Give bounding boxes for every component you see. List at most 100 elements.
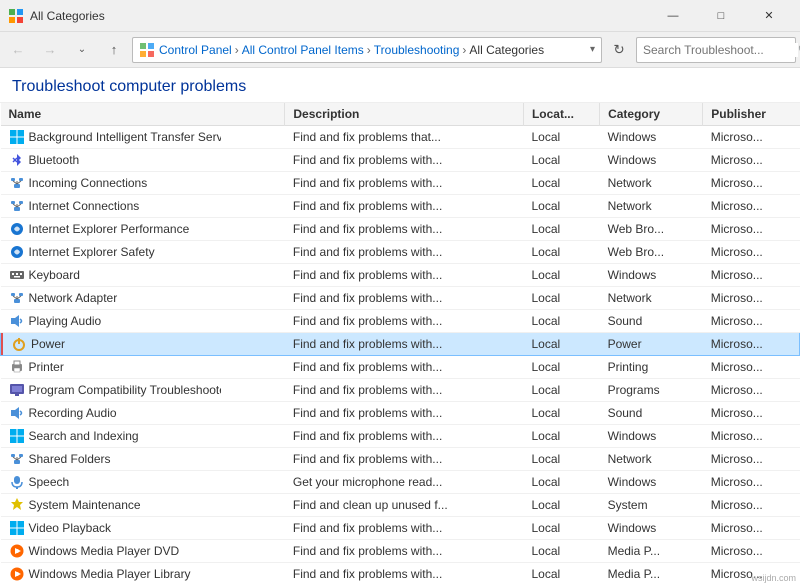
up-button[interactable]: ↑ bbox=[100, 36, 128, 64]
row-loc: Local bbox=[523, 149, 599, 172]
search-input[interactable] bbox=[643, 43, 798, 57]
row-icon bbox=[9, 244, 25, 260]
col-header-cat[interactable]: Category bbox=[600, 103, 703, 126]
row-pub: Microso... bbox=[703, 241, 800, 264]
row-cat: Network bbox=[600, 172, 703, 195]
row-cat: Printing bbox=[600, 356, 703, 379]
row-loc: Local bbox=[523, 563, 599, 585]
watermark: wsijdn.com bbox=[751, 573, 796, 583]
row-loc: Local bbox=[523, 218, 599, 241]
table-row[interactable]: Search and Indexing Find and fix problem… bbox=[1, 425, 800, 448]
row-desc: Find and fix problems with... bbox=[285, 218, 524, 241]
col-header-desc[interactable]: Description bbox=[285, 103, 524, 126]
table-row[interactable]: Background Intelligent Transfer Service … bbox=[1, 126, 800, 149]
row-cat: Media P... bbox=[600, 540, 703, 563]
row-loc: Local bbox=[523, 540, 599, 563]
breadcrumb: Control Panel › All Control Panel Items … bbox=[132, 37, 602, 63]
row-cat: Sound bbox=[600, 402, 703, 425]
row-icon bbox=[9, 428, 25, 444]
row-icon bbox=[9, 290, 25, 306]
table-row[interactable]: Incoming Connections Find and fix proble… bbox=[1, 172, 800, 195]
row-loc: Local bbox=[523, 379, 599, 402]
table-row[interactable]: System Maintenance Find and clean up unu… bbox=[1, 494, 800, 517]
row-name: Printer bbox=[29, 360, 64, 374]
row-loc: Local bbox=[523, 448, 599, 471]
table-row[interactable]: Internet Explorer Safety Find and fix pr… bbox=[1, 241, 800, 264]
row-pub: Microso... bbox=[703, 379, 800, 402]
row-cat: Sound bbox=[600, 310, 703, 333]
row-loc: Local bbox=[523, 425, 599, 448]
row-desc: Find and fix problems with... bbox=[285, 356, 524, 379]
table-row[interactable]: Program Compatibility Troubleshooter Fin… bbox=[1, 379, 800, 402]
forward-button[interactable]: → bbox=[36, 36, 64, 64]
close-button[interactable]: ✕ bbox=[746, 0, 792, 32]
dropdown-button[interactable]: ⌄ bbox=[68, 36, 96, 64]
col-header-loc[interactable]: Locat... bbox=[523, 103, 599, 126]
table-row[interactable]: Network Adapter Find and fix problems wi… bbox=[1, 287, 800, 310]
row-pub: Microso... bbox=[703, 448, 800, 471]
row-name: Program Compatibility Troubleshooter bbox=[29, 383, 221, 397]
table-row[interactable]: Video Playback Find and fix problems wit… bbox=[1, 517, 800, 540]
row-desc: Find and fix problems with... bbox=[285, 172, 524, 195]
row-loc: Local bbox=[523, 517, 599, 540]
row-cat: Windows bbox=[600, 425, 703, 448]
table-row[interactable]: Internet Connections Find and fix proble… bbox=[1, 195, 800, 218]
maximize-button[interactable]: □ bbox=[698, 0, 744, 32]
table-row[interactable]: Playing Audio Find and fix problems with… bbox=[1, 310, 800, 333]
row-pub: Microso... bbox=[703, 333, 800, 356]
col-header-pub[interactable]: Publisher bbox=[703, 103, 800, 126]
row-pub: Microso... bbox=[703, 517, 800, 540]
row-pub: Microso... bbox=[703, 195, 800, 218]
row-icon bbox=[9, 451, 25, 467]
row-desc: Find and fix problems with... bbox=[285, 264, 524, 287]
row-name: Shared Folders bbox=[29, 452, 111, 466]
table-header-row: Name Description Locat... Category Publi… bbox=[1, 103, 800, 126]
table-row[interactable]: Shared Folders Find and fix problems wit… bbox=[1, 448, 800, 471]
back-button[interactable]: ← bbox=[4, 36, 32, 64]
row-icon bbox=[9, 382, 25, 398]
refresh-button[interactable]: ↻ bbox=[606, 37, 632, 63]
row-name: Search and Indexing bbox=[29, 429, 139, 443]
row-desc: Find and fix problems with... bbox=[285, 540, 524, 563]
row-desc: Find and fix problems with... bbox=[285, 149, 524, 172]
row-pub: Microso... bbox=[703, 126, 800, 149]
row-desc: Find and fix problems with... bbox=[285, 517, 524, 540]
table-row[interactable]: Internet Explorer Performance Find and f… bbox=[1, 218, 800, 241]
row-loc: Local bbox=[523, 310, 599, 333]
row-cat: Windows bbox=[600, 471, 703, 494]
col-header-name[interactable]: Name bbox=[1, 103, 285, 126]
row-icon bbox=[9, 359, 25, 375]
table-row[interactable]: Speech Get your microphone read... Local… bbox=[1, 471, 800, 494]
breadcrumb-current: All Categories bbox=[469, 43, 544, 57]
breadcrumb-expand[interactable]: ▾ bbox=[590, 44, 595, 55]
table-row[interactable]: Printer Find and fix problems with... Lo… bbox=[1, 356, 800, 379]
row-name: Recording Audio bbox=[29, 406, 117, 420]
row-pub: Microso... bbox=[703, 149, 800, 172]
breadcrumb-all-items[interactable]: All Control Panel Items bbox=[242, 43, 364, 57]
row-cat: Media P... bbox=[600, 563, 703, 585]
table-row[interactable]: Windows Media Player DVD Find and fix pr… bbox=[1, 540, 800, 563]
table-container[interactable]: Name Description Locat... Category Publi… bbox=[0, 103, 800, 585]
minimize-button[interactable]: — bbox=[650, 0, 696, 32]
row-name: Keyboard bbox=[29, 268, 80, 282]
title-bar: All Categories — □ ✕ bbox=[0, 0, 800, 32]
row-icon bbox=[9, 543, 25, 559]
search-bar: 🔍 bbox=[636, 37, 796, 63]
row-icon bbox=[9, 198, 25, 214]
row-desc: Find and fix problems with... bbox=[285, 310, 524, 333]
breadcrumb-troubleshooting[interactable]: Troubleshooting bbox=[374, 43, 460, 57]
table-row[interactable]: Power Find and fix problems with... Loca… bbox=[1, 333, 800, 356]
row-pub: Microso... bbox=[703, 218, 800, 241]
breadcrumb-control-panel[interactable]: Control Panel bbox=[159, 43, 232, 57]
table-row[interactable]: Windows Media Player Library Find and fi… bbox=[1, 563, 800, 585]
row-pub: Microso... bbox=[703, 287, 800, 310]
row-loc: Local bbox=[523, 402, 599, 425]
row-icon bbox=[9, 566, 25, 582]
table-row[interactable]: Bluetooth Find and fix problems with... … bbox=[1, 149, 800, 172]
table-row[interactable]: Keyboard Find and fix problems with... L… bbox=[1, 264, 800, 287]
table-row[interactable]: Recording Audio Find and fix problems wi… bbox=[1, 402, 800, 425]
row-icon bbox=[11, 336, 27, 352]
row-pub: Microso... bbox=[703, 471, 800, 494]
row-name: Incoming Connections bbox=[29, 176, 148, 190]
row-name: Network Adapter bbox=[29, 291, 118, 305]
